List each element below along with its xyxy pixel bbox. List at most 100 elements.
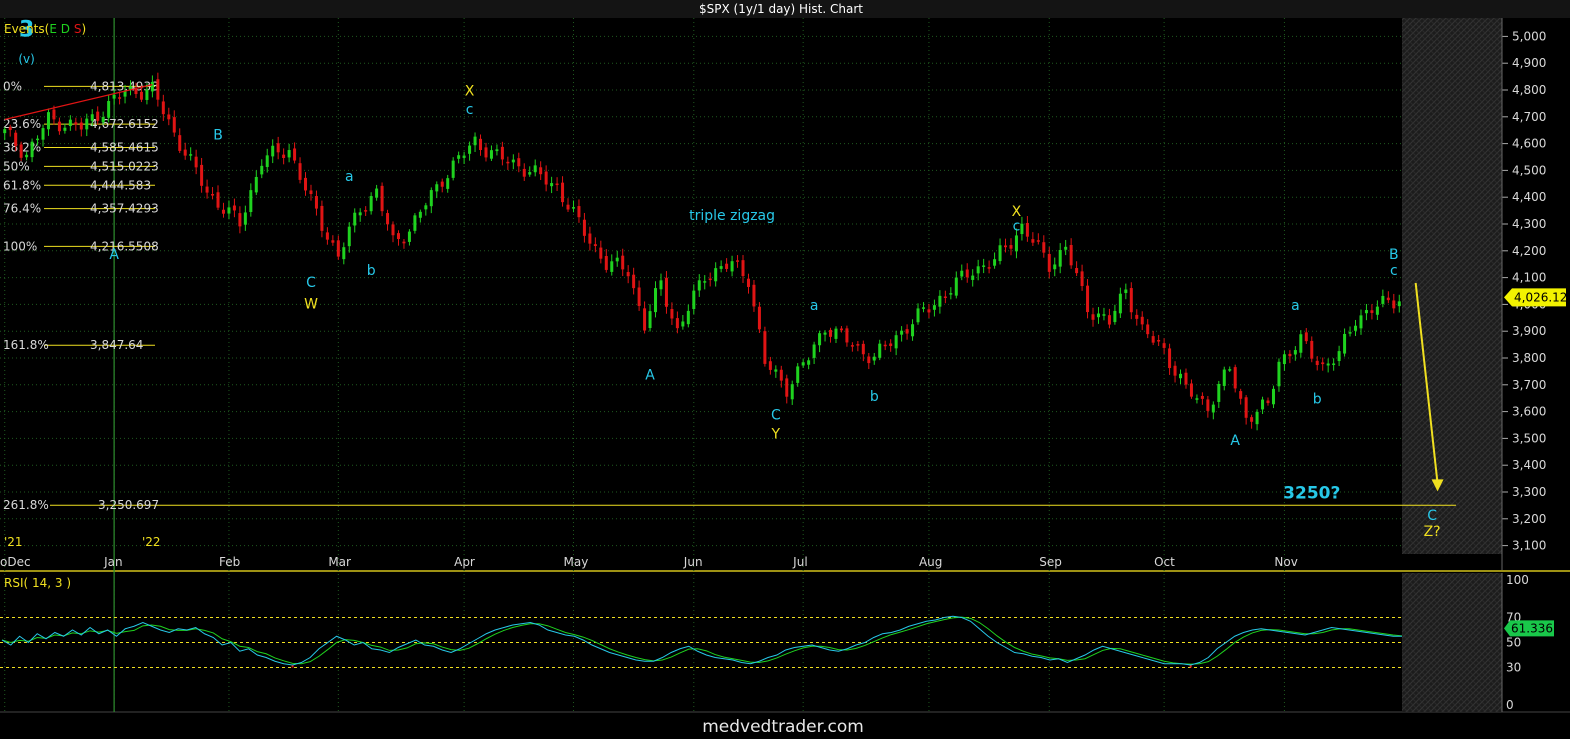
price-tick-label: 4,300 — [1512, 217, 1546, 231]
candle-body — [615, 257, 619, 262]
candle-body — [889, 343, 893, 347]
candle-body — [1042, 242, 1046, 253]
candle-body — [451, 160, 455, 178]
candle-body — [566, 204, 570, 210]
events-header[interactable]: Events(E D S) — [4, 22, 86, 36]
candle-body — [484, 147, 488, 158]
candle-body — [632, 274, 636, 289]
candle-body — [112, 94, 116, 99]
candle-body — [730, 261, 734, 272]
fib-pct-label: 50% — [3, 159, 30, 173]
candle-body — [271, 145, 275, 157]
candle-body — [1282, 354, 1286, 365]
candle-body — [867, 356, 871, 364]
candle-body — [407, 231, 411, 242]
last-price-label: 4,026.12 — [1514, 290, 1567, 304]
candle-body — [1151, 336, 1155, 343]
candle-body — [85, 118, 89, 130]
candle-body — [571, 207, 575, 209]
candle-body — [905, 329, 909, 334]
candle-body — [998, 245, 1002, 262]
candle-body — [812, 344, 816, 358]
candle-body — [402, 241, 406, 244]
candle-body — [637, 287, 641, 306]
candle-body — [1053, 264, 1057, 270]
candle-body — [774, 369, 778, 372]
candle-body — [593, 244, 597, 247]
candle-body — [850, 345, 854, 347]
candle-body — [916, 308, 920, 323]
wave-label: X — [465, 83, 475, 99]
candle-body — [1354, 325, 1358, 331]
wave-label: C — [1427, 508, 1437, 524]
candle-body — [599, 247, 603, 259]
candle-body — [462, 155, 466, 158]
candle-body — [582, 219, 586, 236]
candle-body — [779, 369, 783, 381]
candle-body — [949, 293, 953, 295]
candle-body — [41, 128, 45, 140]
price-tick-label: 4,700 — [1512, 110, 1546, 124]
candle-body — [1381, 295, 1385, 304]
price-tick-label: 4,500 — [1512, 163, 1546, 177]
candle-body — [1014, 235, 1018, 252]
price-tick-label: 3,100 — [1512, 539, 1546, 553]
candle-body — [96, 111, 100, 121]
candle-body — [511, 159, 515, 163]
candle-body — [604, 256, 608, 270]
price-tick-label: 3,400 — [1512, 458, 1546, 472]
price-tick-label: 3,500 — [1512, 431, 1546, 445]
candle-body — [134, 88, 138, 95]
wave-label: X — [1012, 204, 1022, 220]
candle-body — [336, 240, 340, 257]
candle-body — [375, 188, 379, 198]
candle-body — [1195, 398, 1199, 400]
rsi-pane — [0, 571, 1502, 712]
candle-body — [1107, 315, 1111, 325]
candle-body — [364, 210, 368, 212]
month-label: May — [563, 555, 588, 569]
candle-body — [1157, 339, 1161, 342]
candle-body — [823, 332, 827, 335]
fib-value-label: 3,847.64 — [90, 338, 143, 352]
candle-body — [1343, 333, 1347, 354]
candle-body — [57, 121, 61, 132]
candle-body — [369, 196, 373, 212]
candle-body — [561, 182, 565, 203]
wave-label: A — [109, 247, 119, 263]
candle-body — [156, 79, 160, 100]
price-pane — [0, 18, 1502, 569]
month-label: Aug — [919, 555, 942, 569]
candle-body — [648, 311, 652, 329]
candle-body — [506, 161, 510, 164]
wave-label: b — [870, 389, 879, 405]
candle-body — [1375, 306, 1379, 315]
candle-body — [544, 171, 548, 185]
rsi-tick-label: 0 — [1506, 698, 1514, 712]
month-label: Oct — [1154, 555, 1175, 569]
candle-body — [796, 366, 800, 383]
candle-body — [101, 117, 105, 123]
candle-body — [1135, 314, 1139, 319]
candle-body — [1326, 363, 1330, 366]
candle-body — [1332, 363, 1336, 365]
candle-body — [839, 328, 843, 331]
candle-body — [118, 97, 122, 99]
candle-body — [276, 143, 280, 153]
fib-pct-label: 261.8% — [3, 498, 49, 512]
year-label-2021: '21 — [4, 535, 23, 549]
last-price-tag: 4,026.12 — [1504, 288, 1567, 307]
candle-body — [221, 209, 225, 214]
candle-body — [1025, 222, 1029, 237]
candle-body — [1271, 388, 1275, 405]
month-label: Apr — [454, 555, 475, 569]
candle-body — [757, 306, 761, 330]
candle-body — [927, 309, 931, 313]
candle-body — [79, 122, 83, 130]
candle-body — [495, 149, 499, 152]
candle-body — [429, 190, 433, 207]
candle-body — [216, 192, 220, 208]
candle-body — [829, 329, 833, 337]
candle-body — [413, 215, 417, 231]
candle-body — [692, 290, 696, 310]
